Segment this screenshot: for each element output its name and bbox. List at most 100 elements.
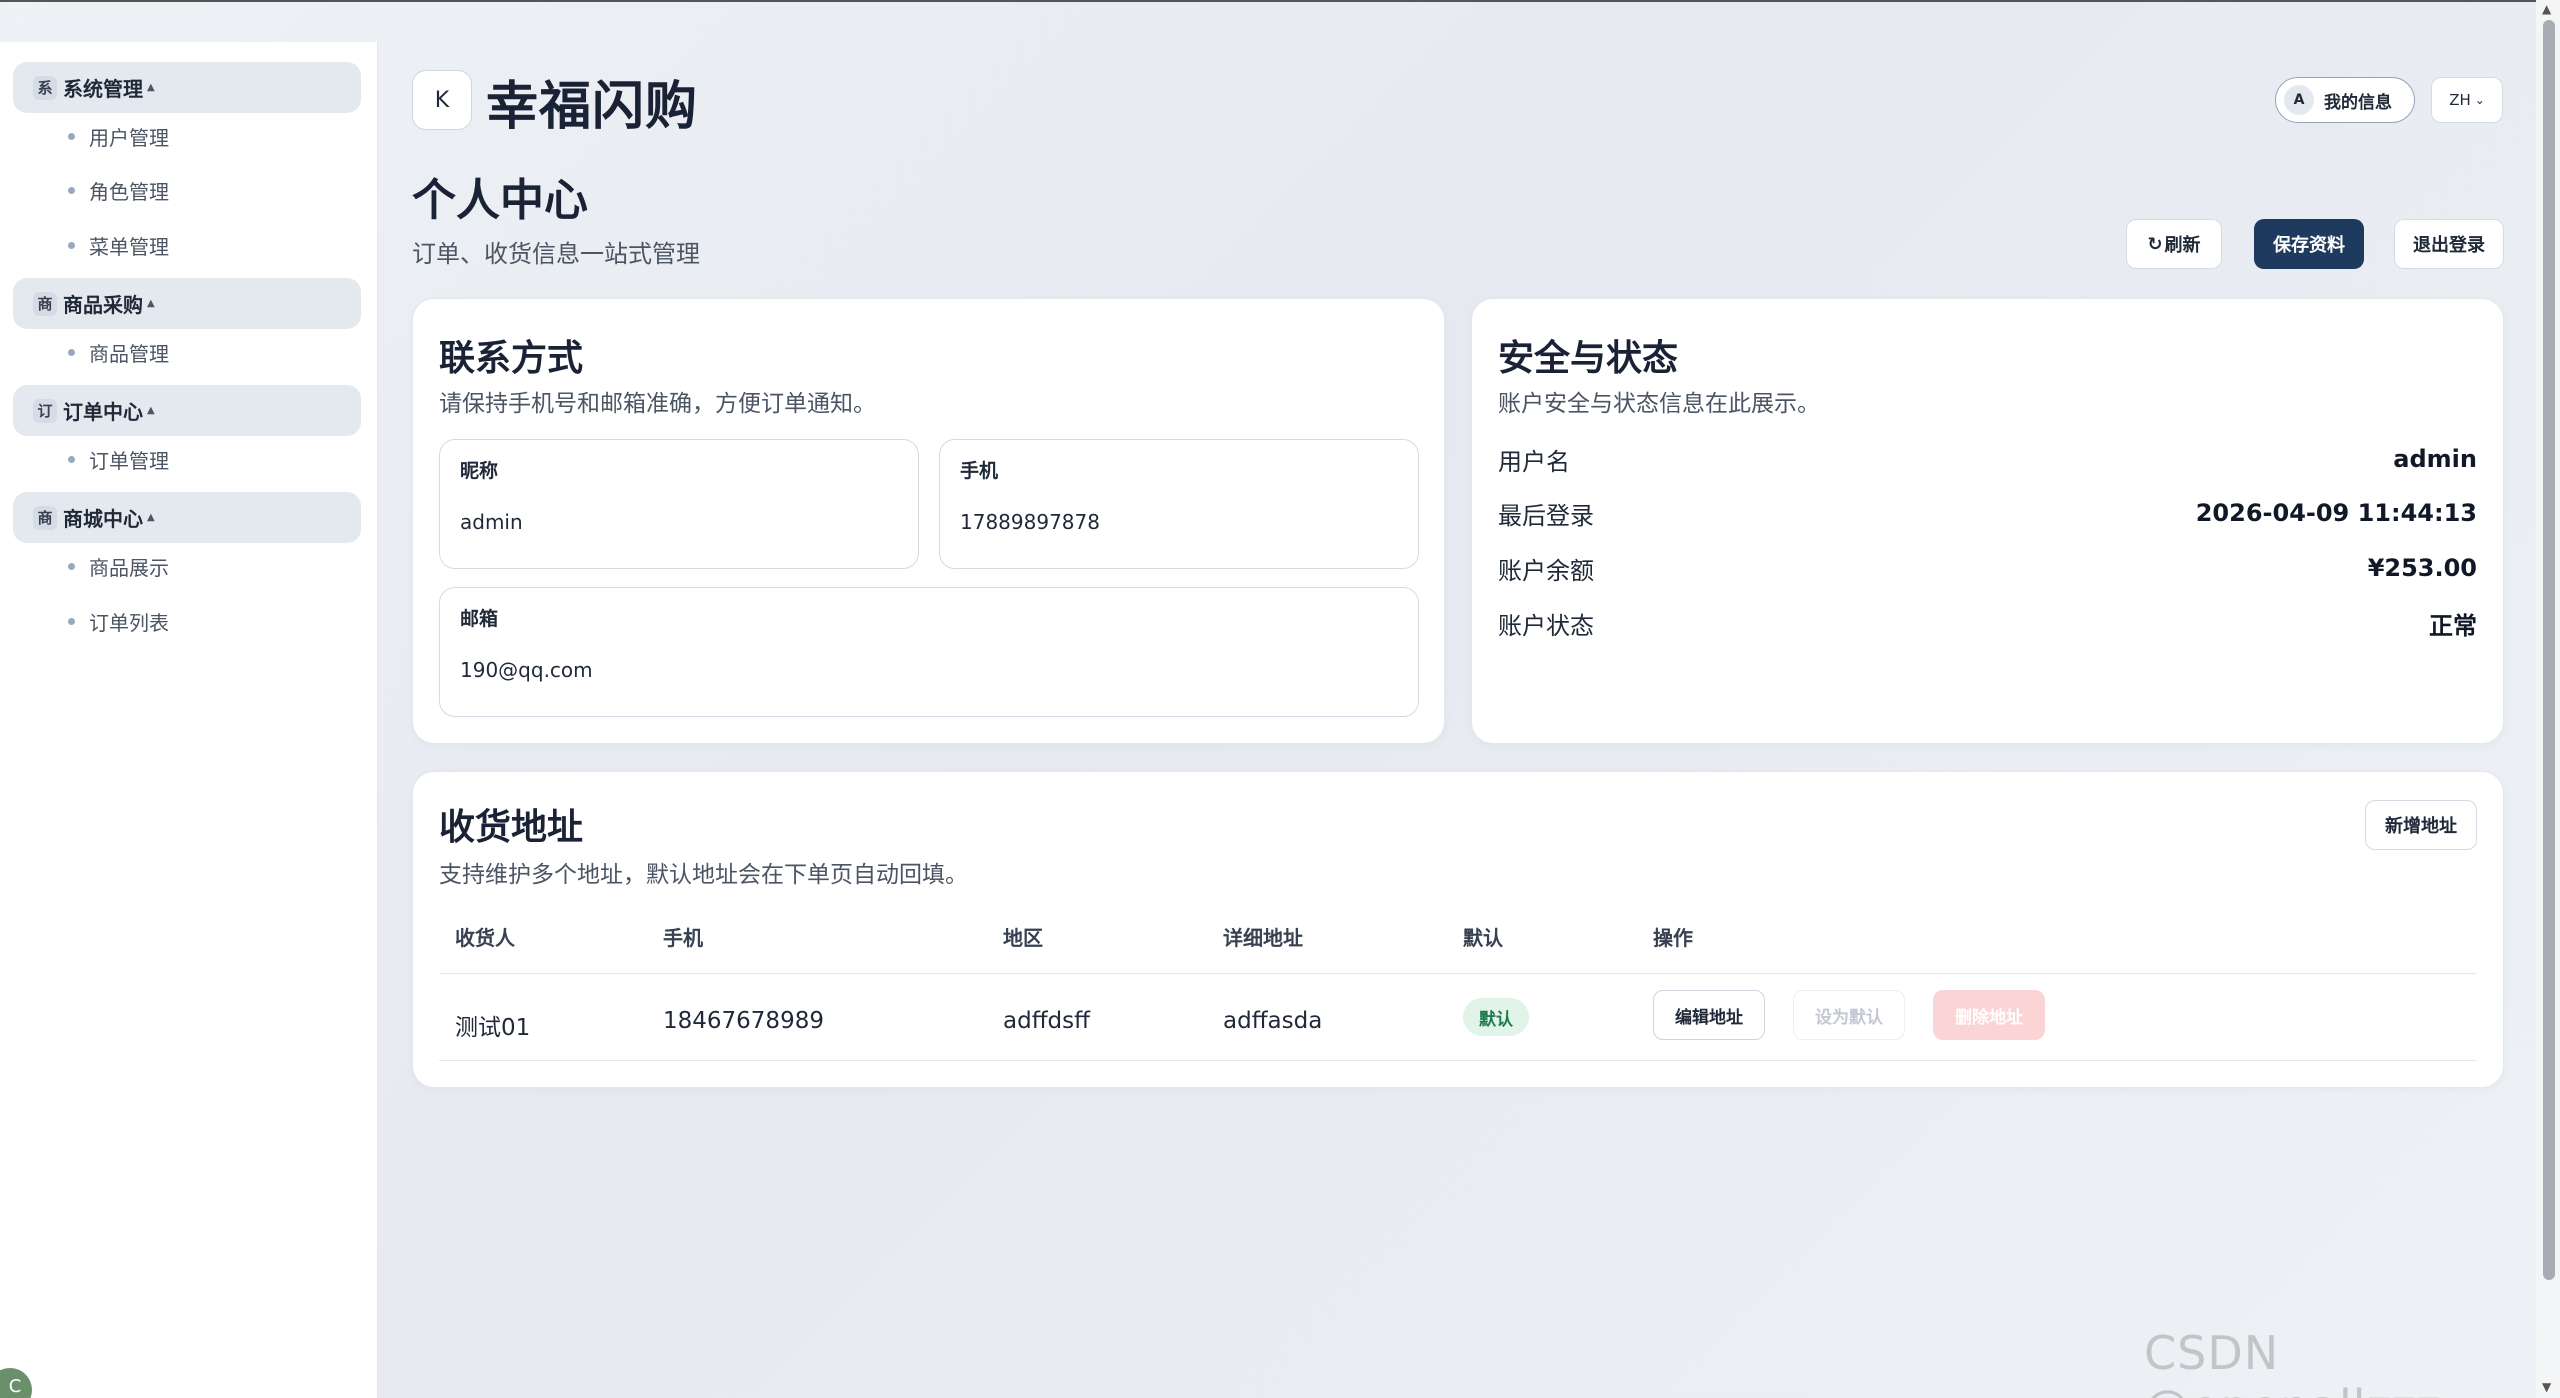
- email-field[interactable]: 邮箱 190@qq.com: [439, 587, 1419, 717]
- sidebar-group-system[interactable]: 系 系统管理 ▲: [13, 62, 361, 113]
- page-subtitle: 订单、收货信息一站式管理: [412, 240, 700, 268]
- bullet-icon: [68, 132, 75, 140]
- column-header: 操作: [1653, 926, 1693, 950]
- sidebar-item-users[interactable]: 用户管理: [68, 121, 169, 151]
- bullet-icon: [68, 617, 75, 625]
- caret-up-icon: ▲: [147, 298, 155, 309]
- info-key: 账户状态: [1498, 611, 1594, 640]
- sidebar-group-orders[interactable]: 订 订单中心 ▲: [13, 385, 361, 436]
- cell-receiver: 测试01: [455, 1015, 531, 1041]
- add-address-button[interactable]: 新增地址: [2365, 800, 2477, 850]
- security-title: 安全与状态: [1498, 338, 1679, 379]
- default-badge: 默认: [1463, 998, 1529, 1036]
- sidebar-item-goods[interactable]: 商品管理: [68, 337, 169, 367]
- cell-phone: 18467678989: [663, 1008, 824, 1034]
- column-header: 地区: [1003, 926, 1043, 950]
- bullet-icon: [68, 241, 75, 249]
- avatar: A: [2284, 85, 2314, 115]
- security-card: 安全与状态 账户安全与状态信息在此展示。 用户名 admin 最后登录 2026…: [1471, 298, 2504, 744]
- address-title: 收货地址: [439, 807, 584, 848]
- cell-region: adffdsff: [1003, 1008, 1090, 1034]
- column-header: 详细地址: [1223, 926, 1303, 950]
- goods-icon: 商: [33, 291, 57, 316]
- sidebar-item-label: 角色管理: [89, 179, 169, 204]
- sidebar-item-label: 用户管理: [89, 125, 169, 150]
- info-value: admin: [2393, 445, 2477, 473]
- phone-label: 手机: [960, 460, 999, 482]
- nickname-label: 昵称: [460, 460, 499, 482]
- my-info-button[interactable]: A 我的信息: [2275, 77, 2415, 123]
- info-value: 正常: [2429, 611, 2477, 640]
- sidebar-item-order-list[interactable]: 订单列表: [68, 606, 169, 636]
- sidebar-item-label: 商品展示: [89, 555, 169, 580]
- sidebar: 系 系统管理 ▲ 用户管理 角色管理 菜单管理 商 商品采购 ▲ 商品管理 订 …: [0, 42, 378, 1398]
- scrollbar-thumb[interactable]: [2543, 20, 2555, 1280]
- bullet-icon: [68, 562, 75, 570]
- contact-card: 联系方式 请保持手机号和邮箱准确，方便订单通知。 昵称 admin 手机 178…: [412, 298, 1445, 744]
- bullet-icon: [68, 186, 75, 194]
- info-key: 最后登录: [1498, 501, 1594, 530]
- mall-icon: 商: [33, 505, 57, 530]
- sidebar-item-label: 订单列表: [89, 610, 169, 635]
- email-value[interactable]: 190@qq.com: [460, 658, 593, 682]
- bullet-icon: [68, 455, 75, 463]
- sidebar-group-purchase[interactable]: 商 商品采购 ▲: [13, 278, 361, 329]
- sidebar-group-label: 系统管理: [63, 77, 143, 101]
- save-profile-button[interactable]: 保存资料: [2254, 219, 2364, 269]
- sidebar-item-label: 菜单管理: [89, 234, 169, 259]
- logout-button[interactable]: 退出登录: [2394, 219, 2504, 269]
- column-header: 默认: [1463, 926, 1503, 950]
- caret-up-icon: ▲: [147, 82, 155, 93]
- info-row-status: 账户状态 正常: [1498, 605, 2477, 641]
- security-subtitle: 账户安全与状态信息在此展示。: [1498, 391, 1820, 417]
- sidebar-group-label: 订单中心: [63, 400, 143, 424]
- info-value: 2026-04-09 11:44:13: [2195, 499, 2477, 527]
- nickname-value[interactable]: admin: [460, 510, 523, 534]
- sidebar-group-mall[interactable]: 商 商城中心 ▲: [13, 492, 361, 543]
- refresh-label: 刷新: [2164, 235, 2201, 256]
- email-label: 邮箱: [460, 608, 499, 630]
- language-label: ZH: [2449, 91, 2471, 109]
- info-value: ¥253.00: [2367, 554, 2477, 582]
- caret-up-icon: ▲: [147, 512, 155, 523]
- delete-address-button[interactable]: 删除地址: [1933, 990, 2045, 1040]
- sidebar-item-menus[interactable]: 菜单管理: [68, 230, 169, 260]
- edit-address-button[interactable]: 编辑地址: [1653, 990, 1765, 1040]
- language-select[interactable]: ZH ⌄: [2431, 77, 2503, 123]
- info-row-username: 用户名 admin: [1498, 441, 2477, 477]
- bullet-icon: [68, 348, 75, 356]
- phone-field[interactable]: 手机 17889897878: [939, 439, 1419, 569]
- logo[interactable]: K: [412, 70, 472, 130]
- window-top-border: [0, 0, 2560, 2]
- sidebar-item-showcase[interactable]: 商品展示: [68, 551, 169, 581]
- column-header: 收货人: [455, 926, 515, 950]
- page-title: 个人中心: [412, 175, 588, 226]
- sidebar-item-roles[interactable]: 角色管理: [68, 175, 169, 205]
- sidebar-group-label: 商品采购: [63, 293, 143, 317]
- phone-value[interactable]: 17889897878: [960, 510, 1100, 534]
- address-subtitle: 支持维护多个地址，默认地址会在下单页自动回填。: [439, 862, 968, 888]
- sidebar-item-label: 商品管理: [89, 341, 169, 366]
- sidebar-item-order-manage[interactable]: 订单管理: [68, 444, 169, 474]
- system-icon: 系: [33, 75, 57, 100]
- sidebar-item-label: 订单管理: [89, 448, 169, 473]
- table-divider: [439, 973, 2477, 974]
- set-default-button[interactable]: 设为默认: [1793, 990, 1905, 1040]
- sidebar-group-label: 商城中心: [63, 507, 143, 531]
- info-key: 账户余额: [1498, 556, 1594, 585]
- chevron-down-icon: ⌄: [2474, 93, 2485, 107]
- table-divider: [439, 1060, 2477, 1061]
- info-key: 用户名: [1498, 447, 1570, 476]
- address-card: 收货地址 支持维护多个地址，默认地址会在下单页自动回填。 新增地址 收货人 手机…: [412, 771, 2504, 1088]
- my-info-label: 我的信息: [2324, 92, 2392, 113]
- scroll-up-icon[interactable]: ▲: [2542, 2, 2551, 16]
- info-row-balance: 账户余额 ¥253.00: [1498, 550, 2477, 586]
- caret-up-icon: ▲: [147, 405, 155, 416]
- watermark: CSDN @openallzzz: [2144, 1326, 2441, 1398]
- refresh-button[interactable]: ↻ 刷新: [2126, 219, 2222, 269]
- nickname-field[interactable]: 昵称 admin: [439, 439, 919, 569]
- contact-subtitle: 请保持手机号和邮箱准确，方便订单通知。: [439, 391, 876, 417]
- info-row-last-login: 最后登录 2026-04-09 11:44:13: [1498, 495, 2477, 531]
- contact-title: 联系方式: [439, 338, 584, 379]
- cell-detail: adffasda: [1223, 1008, 1323, 1034]
